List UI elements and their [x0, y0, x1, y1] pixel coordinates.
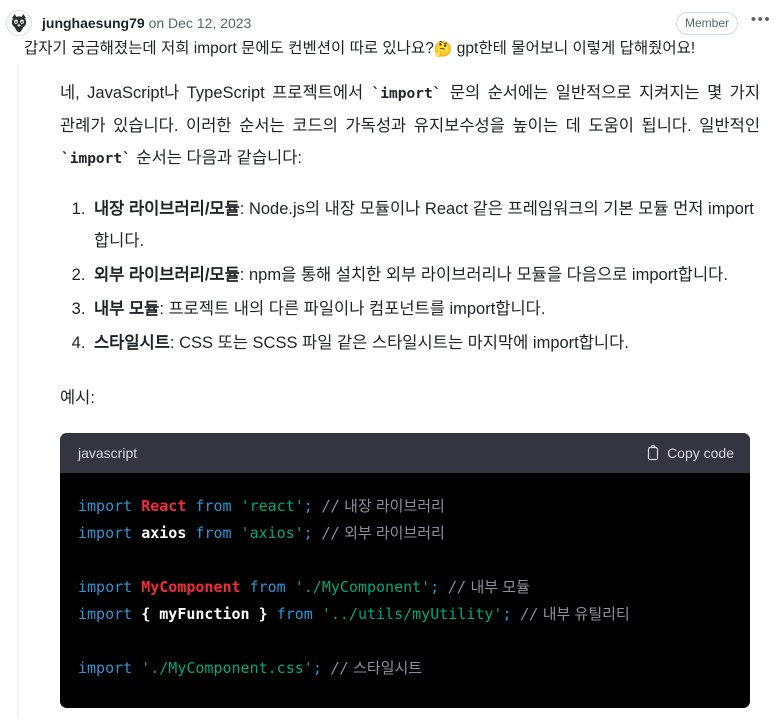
- code-token: ;: [430, 578, 440, 596]
- intro-text-rest: gpt한테 물어보니 이렇게 답해줬어요!: [452, 40, 696, 57]
- code-token: from: [249, 578, 286, 596]
- code-token: ;: [303, 524, 313, 542]
- answer-text-a: 네, JavaScript나 TypeScript 프로젝트에서: [60, 84, 371, 102]
- code-block-header: javascript Copy code: [60, 433, 750, 473]
- code-token: //: [321, 497, 340, 515]
- code-token: 내부 유틸리티: [538, 606, 630, 623]
- code-token: 내장 라이브러리: [339, 498, 445, 515]
- list-item: 내부 모듈: 프로젝트 내의 다른 파일이나 컴포넌트를 import합니다.: [90, 293, 760, 325]
- inline-code-import-1: `import`: [371, 86, 442, 102]
- code-token: //: [520, 605, 539, 623]
- code-token: 'react': [240, 497, 304, 515]
- code-token: axios: [141, 524, 187, 542]
- code-token: ;: [312, 659, 322, 677]
- code-token: './MyComponent.css': [141, 659, 313, 677]
- kebab-menu-icon[interactable]: •••: [750, 12, 772, 34]
- code-block: javascript Copy code import React from '…: [60, 433, 750, 708]
- list-item: 스타일시트: CSS 또는 SCSS 파일 같은 스타일시트는 마지막에 imp…: [90, 327, 760, 359]
- code-token: import: [78, 578, 133, 596]
- comment-timestamp: on Dec 12, 2023: [144, 15, 252, 31]
- code-token: //: [330, 659, 349, 677]
- code-token: //: [321, 524, 340, 542]
- code-token: from: [276, 605, 313, 623]
- list-item-term: 스타일시트: [94, 334, 170, 352]
- comment-body: 갑자기 궁금해졌는데 저희 import 문에도 컨벤션이 따로 있나요?🤔 g…: [18, 38, 780, 708]
- code-token: MyComponent: [141, 578, 241, 596]
- list-item: 내장 라이브러리/모듈: Node.js의 내장 모듈이나 React 같은 프…: [90, 193, 760, 257]
- status-badge: Member: [675, 11, 738, 35]
- code-token: { myFunction }: [141, 605, 268, 623]
- code-token: 내부 모듈: [466, 579, 530, 596]
- user-avatar-icon[interactable]: [6, 10, 32, 36]
- thinking-face-emoji: 🤔: [433, 41, 453, 58]
- list-item-term: 외부 라이브러리/모듈: [94, 266, 240, 284]
- list-item: 외부 라이브러리/모듈: npm을 통해 설치한 외부 라이브러리나 모듈을 다…: [90, 259, 760, 291]
- header-right-actions: Member •••: [675, 11, 772, 35]
- code-line: import './MyComponent.css'; // 스타일시트: [78, 659, 422, 677]
- inline-code-import-2: `import`: [61, 151, 131, 167]
- author-username[interactable]: junghaesung79: [42, 15, 145, 31]
- comment-container: junghaesung79 on Dec 12, 2023 Member •••…: [0, 0, 780, 724]
- list-item-term: 내부 모듈: [94, 300, 160, 318]
- code-token: './MyComponent': [294, 578, 431, 596]
- list-item-description: : 프로젝트 내의 다른 파일이나 컴포넌트를 import합니다.: [159, 300, 546, 318]
- list-item-description: : npm을 통해 설치한 외부 라이브러리나 모듈을 다음으로 import합…: [239, 266, 728, 284]
- code-token: ;: [303, 497, 313, 515]
- intro-paragraph: 갑자기 궁금해졌는데 저희 import 문에도 컨벤션이 따로 있나요?🤔 g…: [18, 38, 780, 61]
- clipboard-icon: [646, 445, 660, 461]
- answer-paragraph: 네, JavaScript나 TypeScript 프로젝트에서 `import…: [60, 77, 760, 175]
- example-label: 예시:: [60, 389, 95, 407]
- copy-code-label: Copy code: [667, 445, 734, 461]
- comment-header: junghaesung79 on Dec 12, 2023 Member •••: [0, 8, 780, 38]
- code-line: import React from 'react'; // 내장 라이브러리: [78, 497, 445, 515]
- code-content[interactable]: import React from 'react'; // 내장 라이브러리 i…: [60, 473, 750, 708]
- code-token: from: [195, 497, 232, 515]
- code-token: import: [78, 524, 133, 542]
- answer-text-c: 순서는 다음과 같습니다:: [131, 149, 302, 167]
- code-line: import axios from 'axios'; // 외부 라이브러리: [78, 524, 445, 542]
- code-line: import MyComponent from './MyComponent';…: [78, 578, 530, 596]
- quoted-answer-block: 네, JavaScript나 TypeScript 프로젝트에서 `import…: [60, 77, 760, 708]
- code-token: 'axios': [240, 524, 304, 542]
- list-item-description: : CSS 또는 SCSS 파일 같은 스타일시트는 마지막에 import합니…: [169, 334, 629, 352]
- copy-code-button[interactable]: Copy code: [646, 445, 734, 461]
- code-token: 스타일시트: [348, 660, 423, 677]
- code-line: import { myFunction } from '../utils/myU…: [78, 605, 630, 623]
- code-token: import: [78, 605, 133, 623]
- author-line: junghaesung79 on Dec 12, 2023: [42, 13, 251, 33]
- list-item-term: 내장 라이브러리/모듈: [94, 200, 240, 218]
- code-token: '../utils/myUtility': [321, 605, 503, 623]
- code-token: from: [195, 524, 232, 542]
- code-token: import: [78, 659, 133, 677]
- code-token: 외부 라이브러리: [339, 525, 445, 542]
- code-language-label: javascript: [78, 445, 138, 461]
- intro-text: 갑자기 궁금해졌는데 저희 import 문에도 컨벤션이 따로 있나요?: [24, 40, 434, 57]
- code-token: //: [448, 578, 467, 596]
- code-token: React: [141, 497, 187, 515]
- code-token: import: [78, 497, 133, 515]
- import-order-list: 내장 라이브러리/모듈: Node.js의 내장 모듈이나 React 같은 프…: [60, 193, 760, 359]
- code-token: ;: [502, 605, 512, 623]
